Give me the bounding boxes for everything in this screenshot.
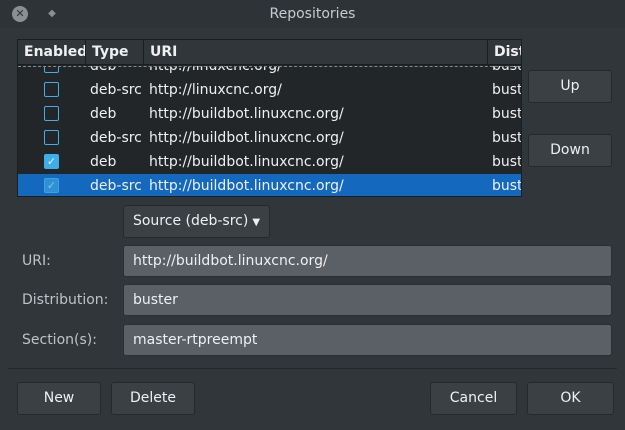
- distribution-field[interactable]: buster: [123, 284, 612, 316]
- cell-dist: buster: [492, 130, 522, 146]
- cell-type: deb-src: [90, 82, 142, 98]
- source-type-value: Source (deb-src): [132, 213, 249, 229]
- cell-uri: http://buildbot.linuxcnc.org/: [149, 154, 344, 170]
- sections-label: Section(s):: [22, 332, 97, 348]
- drop-indicator: [18, 66, 521, 67]
- cell-type: deb-src: [90, 178, 142, 194]
- cell-uri: http://linuxcnc.org/: [149, 82, 282, 98]
- repositories-table[interactable]: Enabled Type URI Dist deb http://linuxcnc…: [17, 39, 522, 197]
- table-row[interactable]: deb http://buildbot.linuxcnc.org/buster: [18, 102, 522, 126]
- table-row[interactable]: ✓ deb-src http://buildbot.linuxcnc.org/bus…: [18, 174, 522, 196]
- table-row[interactable]: deb http://linuxcnc.org/buster: [18, 66, 522, 78]
- cell-uri: http://buildbot.linuxcnc.org/: [149, 130, 344, 146]
- enabled-checkbox[interactable]: [44, 130, 59, 145]
- table-row[interactable]: ✓ deb http://buildbot.linuxcnc.org/buster: [18, 150, 522, 174]
- table-row[interactable]: deb-src http://linuxcnc.org/buster: [18, 78, 522, 102]
- down-button[interactable]: Down: [528, 134, 612, 167]
- cell-type: deb: [90, 154, 117, 170]
- column-header-uri[interactable]: URI: [144, 40, 488, 65]
- sections-field[interactable]: master-rtpreempt: [123, 324, 612, 356]
- enabled-checkbox-checked[interactable]: ✓: [44, 154, 59, 169]
- separator: [8, 368, 617, 369]
- uri-label: URI:: [22, 253, 51, 269]
- delete-button[interactable]: Delete: [111, 382, 195, 415]
- cell-dist: buster: [492, 154, 522, 170]
- cell-uri: http://buildbot.linuxcnc.org/: [149, 178, 344, 194]
- cell-uri: http://linuxcnc.org/: [149, 66, 282, 74]
- cell-type: deb: [90, 106, 117, 122]
- table-row[interactable]: deb-src http://buildbot.linuxcnc.org/bust…: [18, 126, 522, 150]
- column-header-type[interactable]: Type: [86, 40, 144, 65]
- new-button[interactable]: New: [17, 382, 101, 415]
- table-body: deb http://linuxcnc.org/buster deb-src http…: [18, 66, 522, 196]
- uri-field[interactable]: http://buildbot.linuxcnc.org/: [123, 245, 612, 277]
- window-title: Repositories: [269, 6, 356, 22]
- cell-uri: http://buildbot.linuxcnc.org/: [149, 106, 344, 122]
- enabled-checkbox[interactable]: [44, 106, 59, 121]
- enabled-checkbox[interactable]: [44, 82, 59, 97]
- cell-dist: buster: [492, 106, 522, 122]
- table-header: Enabled Type URI Dist: [18, 40, 521, 65]
- cell-type: deb-src: [90, 130, 142, 146]
- source-type-dropdown[interactable]: Source (deb-src) ▼: [123, 205, 270, 238]
- up-button[interactable]: Up: [528, 70, 612, 103]
- enabled-checkbox[interactable]: [44, 66, 59, 73]
- enabled-checkbox-checked[interactable]: ✓: [44, 178, 59, 193]
- cell-type: deb: [90, 66, 117, 74]
- distribution-label: Distribution:: [22, 292, 109, 308]
- cell-dist: buster: [492, 82, 522, 98]
- title-bar: ✕ ◆ Repositories: [0, 0, 625, 28]
- cell-dist: buster: [492, 178, 522, 194]
- column-header-enabled[interactable]: Enabled: [18, 40, 86, 65]
- cancel-button[interactable]: Cancel: [430, 382, 517, 415]
- cell-dist: buster: [492, 66, 522, 74]
- column-header-dist[interactable]: Dist: [488, 40, 521, 65]
- dropdown-arrow-icon: ▼: [252, 217, 261, 228]
- ok-button[interactable]: OK: [527, 382, 614, 415]
